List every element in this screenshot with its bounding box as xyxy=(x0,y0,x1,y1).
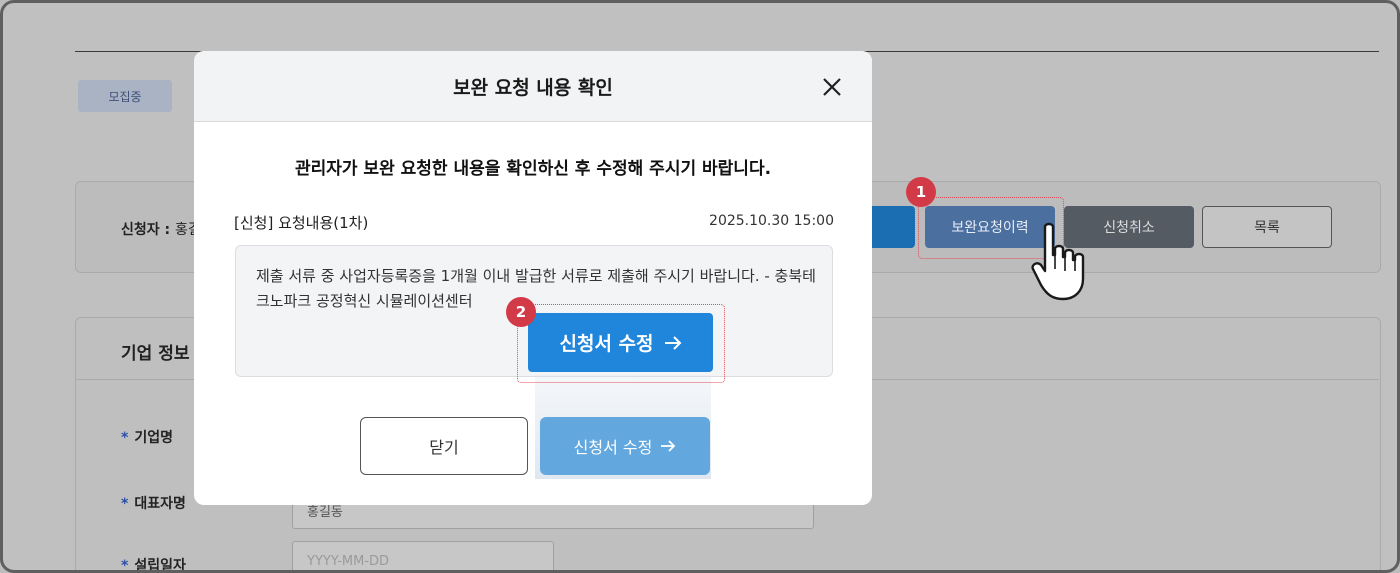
hand-pointer-icon xyxy=(1031,222,1085,301)
close-icon[interactable] xyxy=(822,77,842,97)
field-label-company: * 기업명 xyxy=(121,430,173,446)
modal-instruction: 관리자가 보완 요청한 내용을 확인하신 후 수정해 주시기 바랍니다. xyxy=(294,159,772,179)
request-label: [신청] 요청내용(1차) xyxy=(234,214,369,232)
status-badge: 모집중 xyxy=(78,80,172,112)
step-1-badge: 1 xyxy=(906,177,936,207)
edit-button-label: 신청서 수정 xyxy=(573,438,653,457)
edit-application-callout-button[interactable]: 신청서 수정 xyxy=(528,313,713,372)
callout-button-label: 신청서 수정 xyxy=(559,333,654,355)
founded-date-input[interactable]: YYYY-MM-DD xyxy=(292,541,554,570)
screen-frame: 모집중 신청자 : 홍길 보완요청이력 신청취소 목록 1 기업 정보 * 기업명… xyxy=(0,0,1400,573)
applicant-label: 신청자 : xyxy=(121,222,171,238)
field-label-founded: * 설립일자 xyxy=(121,558,186,573)
list-button[interactable]: 목록 xyxy=(1202,206,1332,248)
edit-application-button[interactable]: 신청서 수정 xyxy=(540,417,710,475)
step-2-badge: 2 xyxy=(506,297,536,327)
modal-title: 보완 요청 내용 확인 xyxy=(453,77,613,99)
applicant-info: 신청자 : 홍길 xyxy=(121,219,201,239)
field-label-ceo: * 대표자명 xyxy=(121,496,186,512)
revision-request-modal: 보완 요청 내용 확인 관리자가 보완 요청한 내용을 확인하신 후 수정해 주… xyxy=(194,51,872,505)
arrow-right-icon xyxy=(664,335,681,350)
close-button[interactable]: 닫기 xyxy=(360,417,528,475)
request-datetime: 2025.10.30 15:00 xyxy=(709,213,834,229)
section-title: 기업 정보 xyxy=(121,344,190,364)
arrow-right-icon xyxy=(661,440,676,452)
